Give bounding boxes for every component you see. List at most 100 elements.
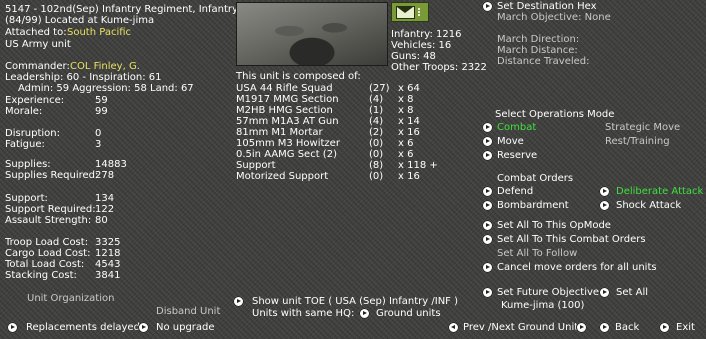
experience-label: Experience: — [5, 95, 65, 106]
admin-line: Admin: 59 Aggression: 58 Land: 67 — [18, 83, 194, 94]
replacements-button[interactable]: Replacements delayed — [26, 322, 140, 333]
cancel-move-orders-button[interactable]: Cancel move orders for all units — [497, 262, 657, 273]
attached-label: Attached to: — [5, 27, 67, 38]
composition-row-name: M2HB HMG Section — [236, 105, 333, 116]
march-distance: March Distance: — [497, 45, 578, 56]
set-destination-hex-button[interactable]: Set Destination Hex — [497, 1, 597, 12]
arrow-button-icon[interactable] — [482, 150, 493, 161]
arrow-button-icon[interactable] — [482, 220, 493, 231]
arrow-button-icon[interactable] — [482, 186, 493, 197]
set-all-objective-button[interactable]: Set All — [616, 287, 648, 298]
march-direction: March Direction: — [497, 34, 580, 45]
composition-row-name: Motorized Support — [236, 171, 329, 182]
composition-row-mult: x 64 — [398, 83, 420, 94]
cargo-load-value: 1218 — [95, 248, 121, 259]
arrow-button-icon[interactable] — [482, 200, 493, 211]
set-all-opmode-button[interactable]: Set All To This OpMode — [497, 220, 611, 231]
future-objective-value: Kume-jima (100) — [501, 300, 585, 311]
set-all-combat-orders-button[interactable]: Set All To This Combat Orders — [497, 234, 646, 245]
support-required-label: Support Required: — [5, 204, 96, 215]
composition-header: This unit is composed of: — [236, 71, 361, 82]
composition-row-name: 81mm M1 Mortar — [236, 127, 323, 138]
ops-mode-combat[interactable]: Combat — [497, 122, 536, 133]
composition-row-mult: x 6 — [398, 138, 414, 149]
unit-photo — [236, 2, 388, 66]
supplies-label: Supplies: — [5, 159, 51, 170]
next-arrow-icon[interactable] — [576, 322, 587, 333]
commander-link[interactable]: COL Finley, G. — [70, 61, 140, 72]
composition-row-count: (27) — [369, 83, 390, 94]
show-toe-button[interactable]: Show unit TOE ( USA (Sep) Infantry /INF … — [252, 296, 458, 307]
total-load-value: 4543 — [95, 259, 121, 270]
guns-count: Guns: 48 — [391, 51, 436, 62]
assault-strength-label: Assault Strength: — [5, 215, 92, 226]
commander-label: Commander: — [5, 61, 70, 72]
disruption-label: Disruption: — [5, 128, 61, 139]
combat-order-bombardment[interactable]: Bombardment — [497, 200, 569, 211]
unit-location: (84/99) Located at Kume-jima — [5, 15, 155, 26]
march-objective: March Objective: None — [497, 12, 611, 23]
composition-row-count: (0) — [369, 138, 384, 149]
arrow-button-icon[interactable] — [482, 1, 493, 12]
experience-value: 59 — [95, 95, 108, 106]
combat-order-deliberate-attack[interactable]: Deliberate Attack — [616, 186, 703, 197]
composition-row-count: (1) — [369, 105, 384, 116]
combat-order-defend[interactable]: Defend — [497, 186, 533, 197]
arrow-button-icon[interactable] — [482, 122, 493, 133]
fatigue-value: 3 — [95, 139, 102, 150]
arrow-button-icon[interactable] — [482, 262, 493, 273]
distance-traveled: Distance Traveled: — [497, 56, 590, 67]
stacking-cost-label: Stacking Cost: — [5, 270, 77, 281]
composition-row-mult: x 16 — [398, 127, 420, 138]
exit-arrow-icon[interactable] — [659, 322, 670, 333]
arrow-button-icon[interactable] — [599, 287, 610, 298]
composition-row-mult: x 118 + — [398, 160, 438, 171]
composition-row-name: 105mm M3 Howitzer — [236, 138, 340, 149]
same-hq-label: Units with same HQ: — [252, 308, 355, 319]
composition-row-count: (0) — [369, 171, 384, 182]
arrow-button-icon[interactable] — [482, 287, 493, 298]
troop-load-value: 3325 — [95, 237, 121, 248]
exit-button[interactable]: Exit — [676, 322, 695, 333]
prev-arrow-icon[interactable] — [448, 322, 459, 333]
morale-label: Morale: — [5, 106, 43, 117]
arrow-button-icon[interactable] — [599, 200, 610, 211]
composition-row-name: M1917 MMG Section — [236, 94, 339, 105]
upgrade-button[interactable]: No upgrade — [156, 322, 215, 333]
disband-unit-button: Disband Unit — [156, 306, 221, 317]
composition-row-mult: x 8 — [398, 105, 414, 116]
assault-strength-value: 80 — [95, 215, 108, 226]
disruption-value: 0 — [95, 128, 102, 139]
other-troops-count: Other Troops: 2322 — [391, 62, 487, 73]
composition-row-mult: x 14 — [398, 116, 420, 127]
composition-row-count: (4) — [369, 94, 384, 105]
ops-mode-header: Select Operations Mode — [495, 109, 615, 120]
composition-row-name: 0.5in AAMG Sect (2) — [236, 149, 337, 160]
ground-units-button[interactable]: Ground units — [376, 308, 441, 319]
attached-hq-link[interactable]: South Pacific — [67, 27, 131, 38]
arrow-button-icon[interactable] — [138, 322, 149, 333]
arrow-button-icon[interactable] — [233, 296, 244, 307]
composition-row-name: USA 44 Rifle Squad — [236, 83, 333, 94]
arrow-button-icon[interactable] — [359, 308, 370, 319]
cargo-load-label: Cargo Load Cost: — [5, 248, 91, 259]
arrow-button-icon[interactable] — [482, 234, 493, 245]
arrow-button-icon[interactable] — [599, 186, 610, 197]
total-load-label: Total Load Cost: — [5, 259, 85, 270]
unit-detail-screen: 5147 - 102nd(Sep) Infantry Regiment, Inf… — [0, 0, 706, 339]
arrow-button-icon[interactable] — [482, 136, 493, 147]
troop-load-label: Troop Load Cost: — [5, 237, 89, 248]
stacking-cost-value: 3841 — [95, 270, 121, 281]
back-button[interactable]: Back — [615, 322, 639, 333]
combat-order-shock-attack[interactable]: Shock Attack — [616, 200, 681, 211]
ops-mode-move[interactable]: Move — [497, 136, 524, 147]
composition-row-name: 57mm M1A3 AT Gun — [236, 116, 339, 127]
envelope-icon[interactable] — [391, 2, 429, 22]
combat-orders-header: Combat Orders — [497, 173, 574, 184]
prev-next-ground-unit-label: Prev /Next Ground Unit — [463, 322, 579, 333]
set-future-objective-button[interactable]: Set Future Objective — [497, 287, 599, 298]
ops-mode-reserve[interactable]: Reserve — [497, 150, 537, 161]
unit-organization-button[interactable]: Unit Organization — [27, 293, 114, 304]
back-arrow-icon[interactable] — [599, 322, 610, 333]
arrow-button-icon[interactable] — [7, 322, 18, 333]
